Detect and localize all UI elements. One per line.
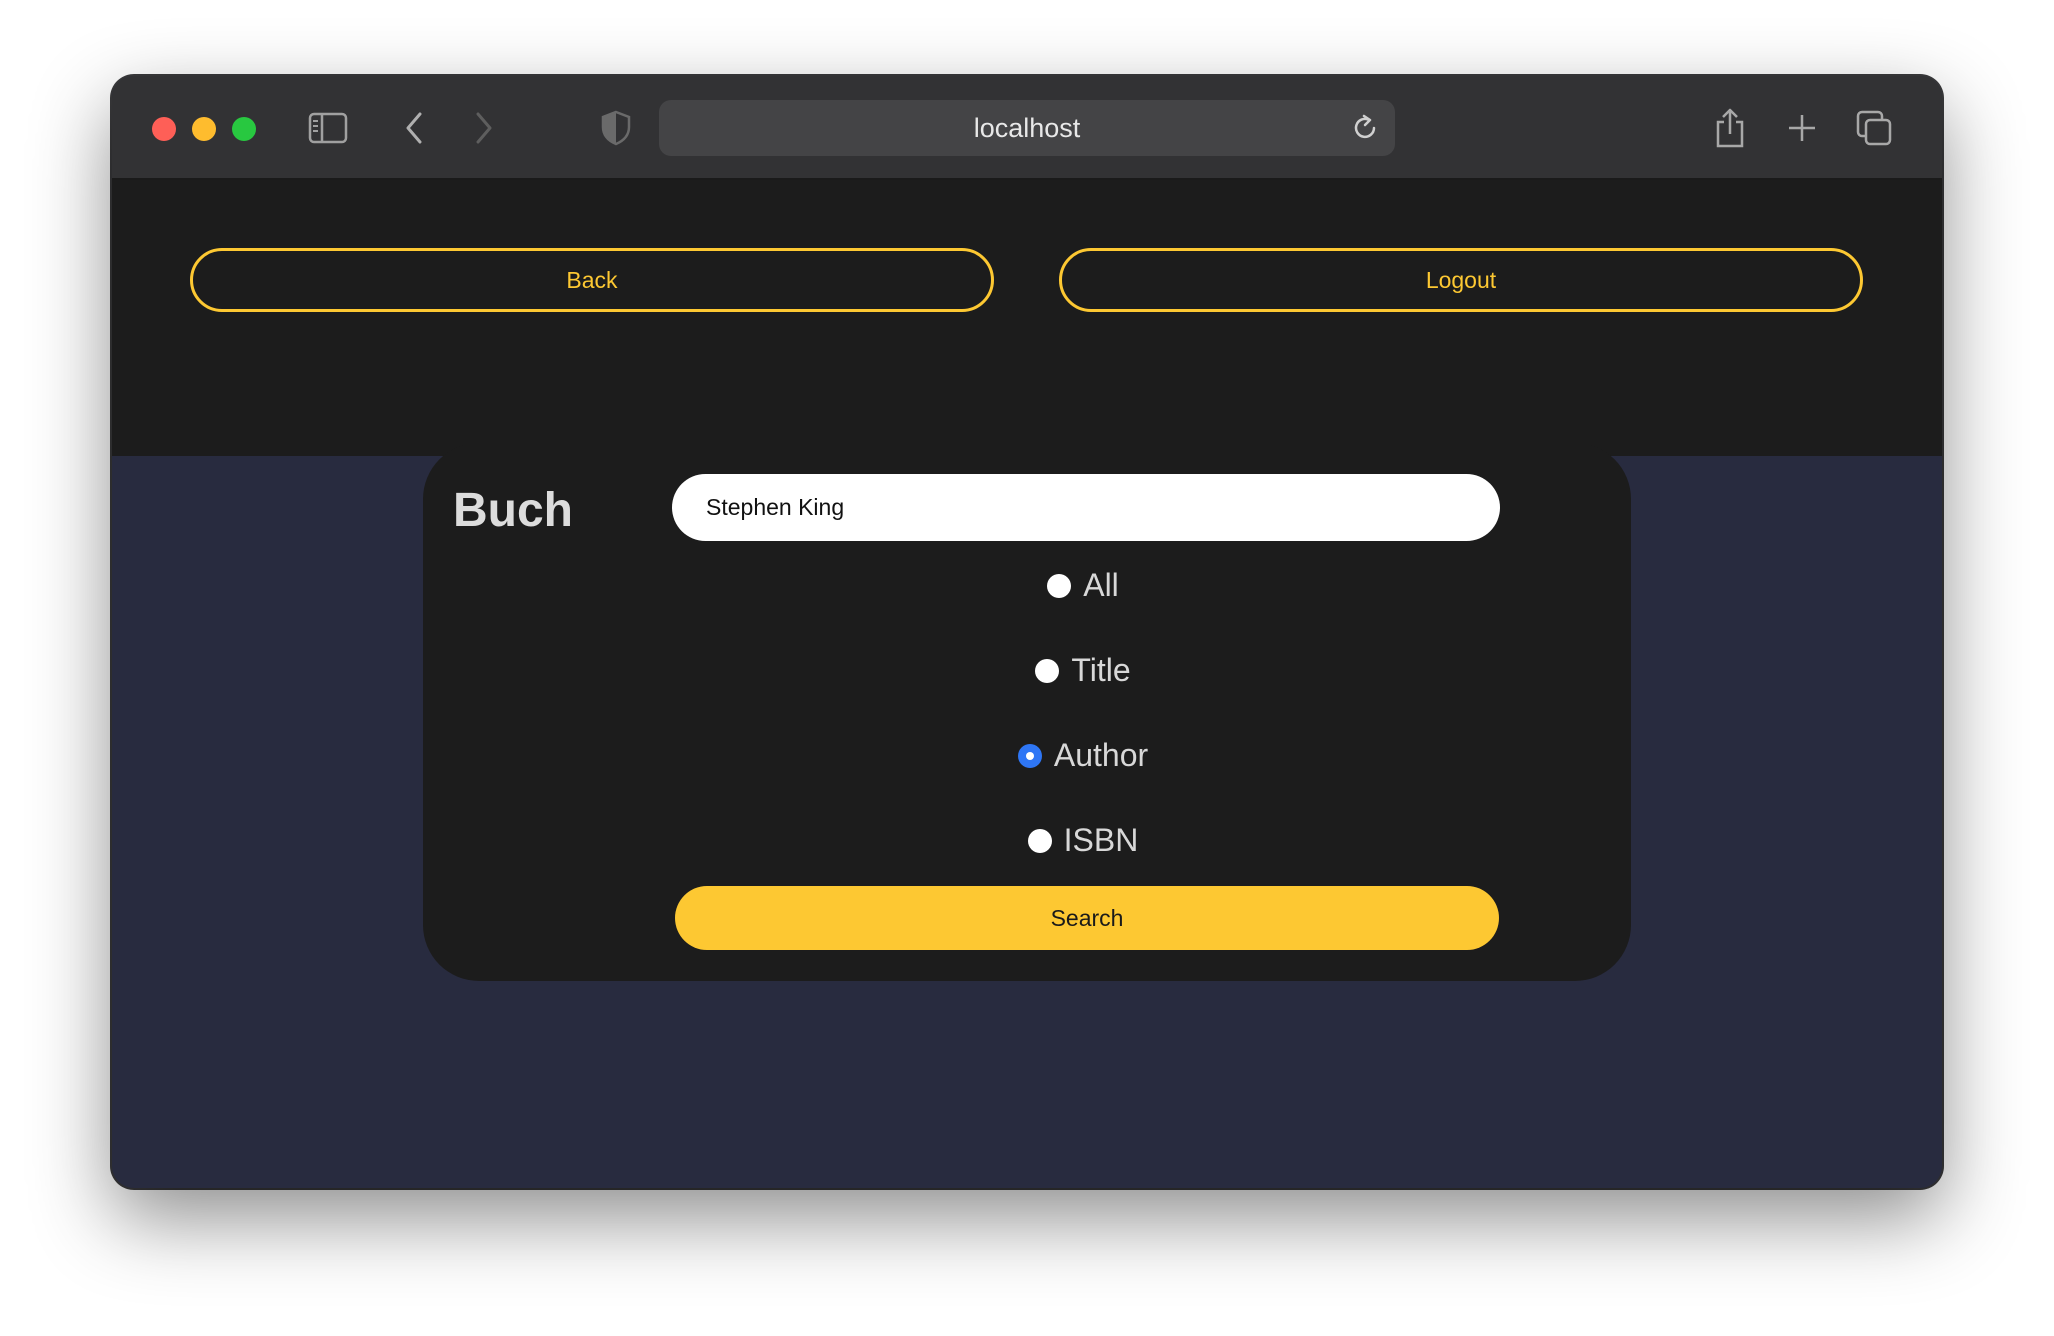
back-arrow-icon[interactable]	[392, 106, 436, 150]
share-icon[interactable]	[1708, 106, 1752, 150]
new-tab-icon[interactable]	[1780, 106, 1824, 150]
minimize-window-button[interactable]	[192, 117, 216, 141]
radio-label: Title	[1071, 652, 1131, 688]
search-input[interactable]: Stephen King	[672, 474, 1500, 541]
back-button[interactable]: Back	[190, 248, 994, 312]
close-window-button[interactable]	[152, 117, 176, 141]
radio-label: ISBN	[1063, 822, 1139, 858]
logout-button[interactable]: Logout	[1059, 248, 1863, 312]
radio-label: All	[1083, 567, 1119, 603]
radio-option-title[interactable]: Title	[479, 652, 1687, 689]
radio-option-all[interactable]: All	[479, 567, 1687, 604]
browser-window: localhost Back Logout Buch Stephen King …	[112, 76, 1942, 1188]
page-header: Back Logout	[112, 180, 1942, 456]
radio-option-isbn[interactable]: ISBN	[479, 822, 1687, 859]
radio-option-author[interactable]: Author	[479, 737, 1687, 774]
search-button[interactable]: Search	[675, 886, 1499, 950]
browser-toolbar: localhost	[112, 76, 1942, 180]
radio-button[interactable]	[1047, 573, 1072, 598]
address-bar[interactable]: localhost	[659, 100, 1395, 156]
radio-button-selected[interactable]	[1017, 743, 1042, 768]
radio-label: Author	[1053, 737, 1149, 773]
reload-icon[interactable]	[1349, 112, 1381, 149]
address-text: localhost	[973, 113, 1081, 143]
forward-arrow-icon[interactable]	[462, 106, 506, 150]
radio-button[interactable]	[1027, 828, 1052, 853]
zoom-window-button[interactable]	[232, 117, 256, 141]
card-title: Buch	[453, 484, 573, 537]
shield-icon[interactable]	[594, 106, 638, 150]
tab-overview-icon[interactable]	[1852, 106, 1896, 150]
radio-button[interactable]	[1035, 658, 1060, 683]
search-card: Buch Stephen King All Title Author ISBN …	[423, 443, 1631, 981]
sidebar-icon[interactable]	[306, 106, 350, 150]
